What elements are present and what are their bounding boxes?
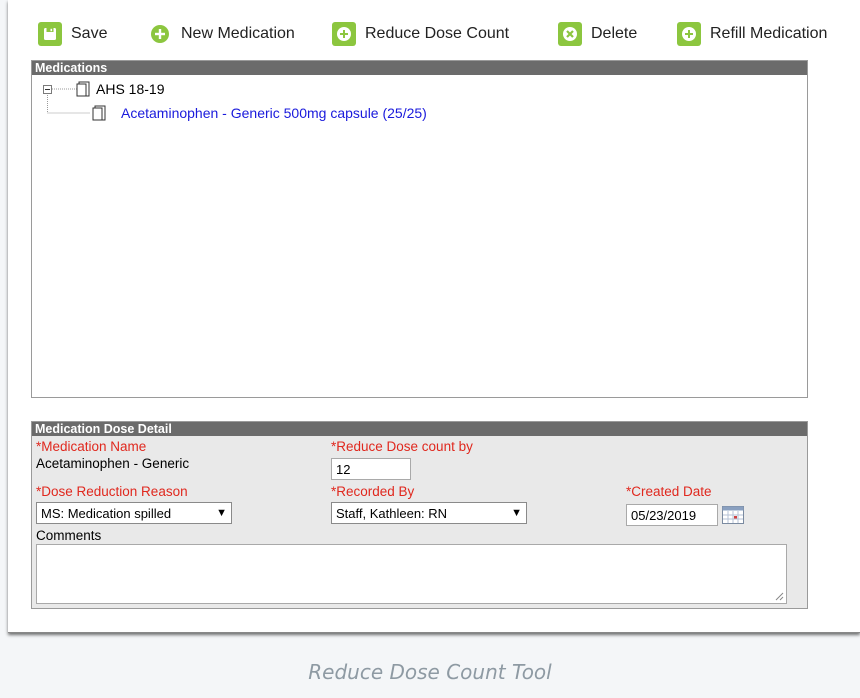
medication-link[interactable]: Acetaminophen - Generic 500mg capsule (2…: [121, 105, 427, 121]
resize-grip-icon[interactable]: [775, 592, 784, 601]
reduce-dose-count-label: Reduce Dose Count: [365, 25, 510, 42]
figure-caption: Reduce Dose Count Tool: [308, 660, 552, 684]
comments-label: Comments: [36, 528, 102, 543]
recorded-by-value: Staff, Kathleen: RN: [336, 505, 448, 521]
document-stack-icon: [92, 105, 106, 121]
created-date-label: *Created Date: [626, 484, 712, 499]
dose-reduction-reason-value: MS: Medication spilled: [41, 505, 172, 521]
save-icon: [38, 22, 62, 46]
save-button[interactable]: Save: [38, 20, 107, 48]
new-medication-label: New Medication: [181, 25, 295, 42]
recorded-by-label: *Recorded By: [331, 484, 415, 499]
medication-name-value: Acetaminophen - Generic: [36, 456, 190, 471]
refill-medication-button[interactable]: Refill Medication: [677, 20, 827, 48]
comments-textarea[interactable]: [36, 544, 787, 604]
dropdown-arrow-icon: ▼: [216, 507, 227, 519]
new-medication-button[interactable]: New Medication: [148, 20, 295, 48]
plus-circle-icon: [332, 22, 356, 46]
toolbar: Save New Medication Reduce Dose Count De…: [8, 0, 860, 60]
dose-reduction-reason-label: *Dose Reduction Reason: [36, 484, 188, 499]
reduce-dose-count-label: *Reduce Dose count by: [331, 439, 473, 454]
tree-node-acetaminophen[interactable]: Acetaminophen - Generic 500mg capsule (2…: [92, 104, 427, 122]
refill-medication-label: Refill Medication: [710, 25, 828, 42]
dose-detail-header: Medication Dose Detail: [32, 422, 807, 436]
medications-panel: Medications AHS 18-19 Acetaminophen - Ge…: [31, 60, 808, 398]
dropdown-arrow-icon: ▼: [511, 507, 522, 519]
recorded-by-select[interactable]: Staff, Kathleen: RN ▼: [331, 502, 527, 524]
calendar-icon[interactable]: [722, 506, 744, 524]
plus-circle-icon: [677, 22, 701, 46]
reduce-dose-count-input[interactable]: [331, 458, 411, 480]
delete-button[interactable]: Delete: [558, 20, 637, 48]
delete-x-icon: [558, 22, 582, 46]
delete-label: Delete: [591, 25, 638, 42]
medication-name-label: *Medication Name: [36, 439, 147, 454]
dose-reduction-reason-select[interactable]: MS: Medication spilled ▼: [36, 502, 232, 524]
created-date-input[interactable]: [626, 504, 718, 526]
reduce-dose-count-button[interactable]: Reduce Dose Count: [332, 20, 509, 48]
plus-circle-icon: [148, 22, 172, 46]
document-stack-icon: [76, 81, 90, 97]
medication-dose-detail-panel: Medication Dose Detail *Medication Name …: [31, 421, 808, 609]
collapse-toggle-icon[interactable]: [43, 84, 52, 94]
tree-node-label: AHS 18-19: [96, 81, 165, 97]
save-label: Save: [71, 25, 108, 42]
tree-node-ahs-18-19[interactable]: AHS 18-19: [43, 80, 164, 98]
medications-header: Medications: [32, 61, 807, 75]
